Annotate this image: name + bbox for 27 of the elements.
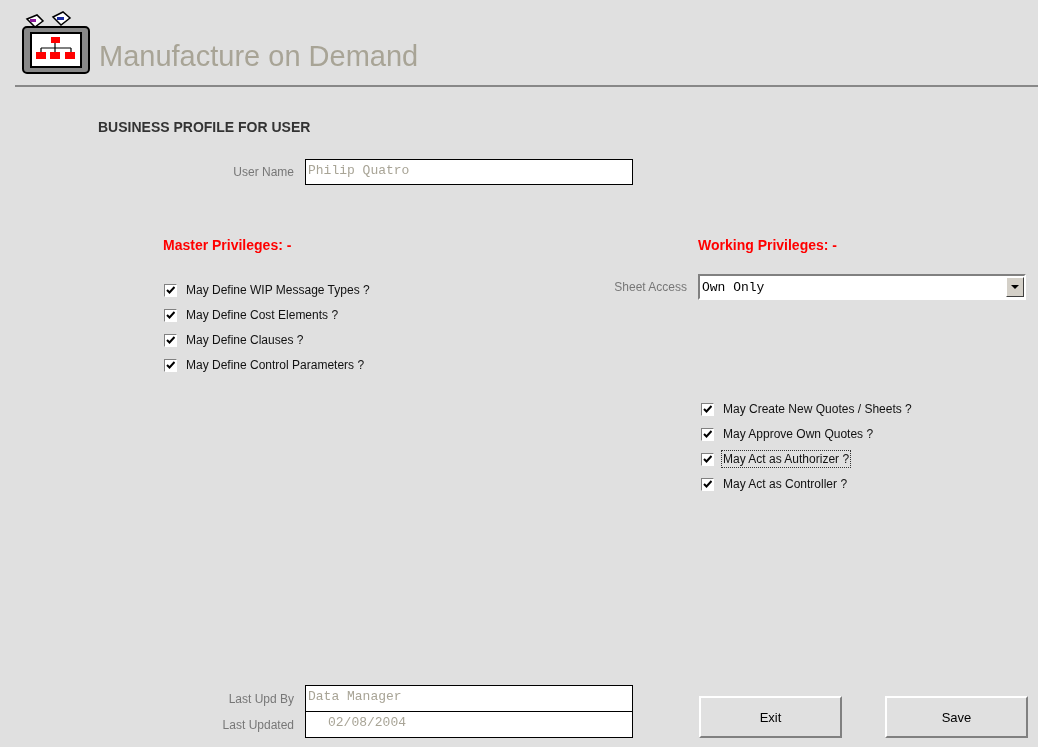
sheet-access-dropdown[interactable]: Own Only (698, 274, 1026, 300)
app-title: Manufacture on Demand (99, 39, 419, 73)
checkbox[interactable] (701, 402, 714, 416)
checkbox[interactable] (701, 477, 714, 491)
field-label: Last Updated (221, 718, 295, 732)
section-heading: Working Privileges: - (698, 237, 838, 255)
checkbox-label[interactable]: May Create New Quotes / Sheets ? (721, 400, 914, 418)
checkbox-label[interactable]: May Approve Own Quotes ? (721, 425, 876, 443)
checkbox-label[interactable]: May Define WIP Message Types ? (184, 281, 372, 299)
checkbox-label[interactable]: May Act as Controller ? (721, 475, 850, 493)
field-label: User Name (232, 165, 295, 179)
save-button[interactable]: Save (885, 696, 1028, 738)
checkbox[interactable] (701, 452, 714, 466)
checkbox[interactable] (164, 358, 177, 372)
checkbox[interactable] (164, 308, 177, 322)
field-label: Sheet Access (613, 280, 688, 294)
checkbox[interactable] (164, 283, 177, 297)
section-heading: Master Privileges: - (163, 237, 293, 255)
checkbox-label[interactable]: May Define Control Parameters ? (184, 356, 367, 374)
checkbox-label[interactable]: May Act as Authorizer ? (721, 450, 852, 468)
checkbox-label[interactable]: May Define Clauses ? (184, 331, 306, 349)
checkbox-label[interactable]: May Define Cost Elements ? (184, 306, 341, 324)
field-label: Last Upd By (227, 691, 295, 706)
page-heading: BUSINESS PROFILE FOR USER (98, 119, 312, 135)
exit-button[interactable]: Exit (699, 696, 842, 738)
checkbox[interactable] (164, 333, 177, 347)
checkbox[interactable] (701, 427, 714, 441)
